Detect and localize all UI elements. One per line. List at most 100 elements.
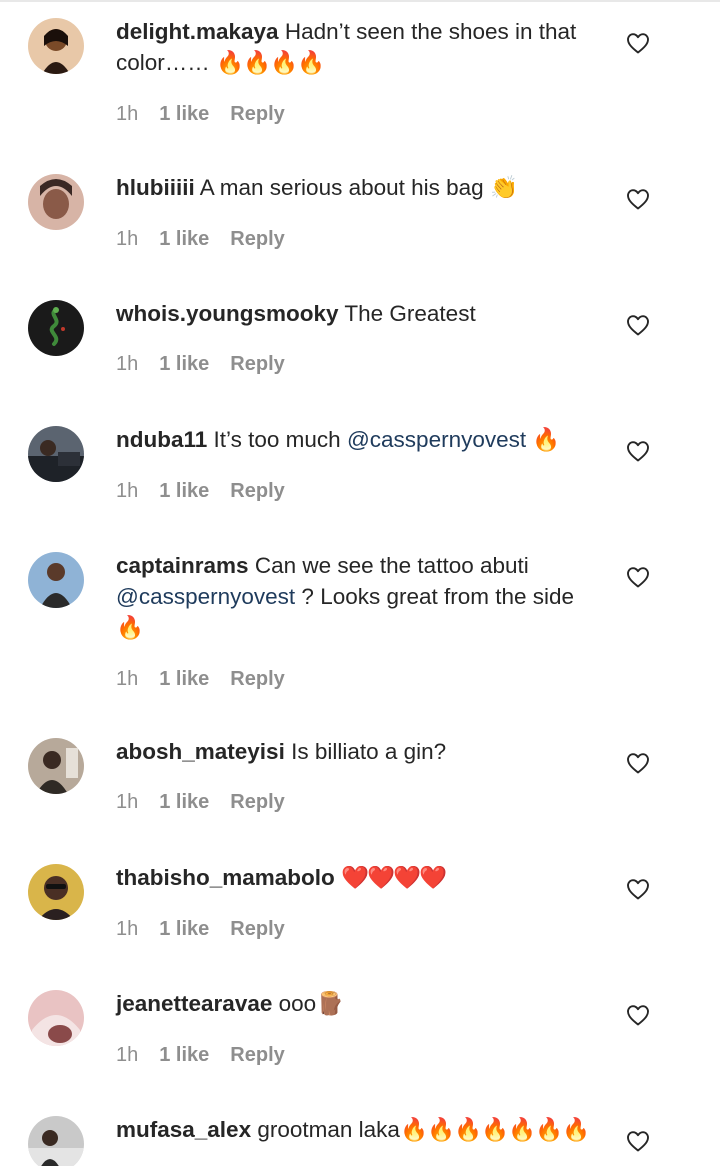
like-button[interactable] <box>624 30 652 56</box>
comment-meta: 1h 1 like Reply <box>116 101 602 127</box>
fire-emoji: 🔥 <box>532 427 560 453</box>
heart-outline-icon <box>627 441 649 462</box>
comment-username[interactable]: mufasa_alex <box>116 1117 251 1142</box>
avatar[interactable] <box>28 426 84 482</box>
comment-username[interactable]: thabisho_mamabolo <box>116 865 335 890</box>
like-button[interactable] <box>624 876 652 902</box>
avatar-image <box>28 738 84 794</box>
comment-text: mufasa_alex grootman laka🔥🔥🔥🔥🔥🔥🔥 <box>116 1114 602 1146</box>
comment-body: ooo <box>278 991 317 1016</box>
comment-meta: 1h 1 like Reply <box>116 1042 602 1068</box>
avatar[interactable] <box>28 990 84 1046</box>
avatar[interactable] <box>28 738 84 794</box>
comment-text: hlubiiiii A man serious about his bag 👏 <box>116 172 602 204</box>
comment-text: whois.youngsmooky The Greatest <box>116 298 602 329</box>
comment-likes[interactable]: 1 like <box>159 666 209 692</box>
heart-outline-icon <box>627 1131 649 1152</box>
reply-button[interactable]: Reply <box>230 916 284 942</box>
comment-username[interactable]: nduba11 <box>116 427 207 452</box>
comment-text: nduba11 It’s too much @casspernyovest 🔥 <box>116 424 602 456</box>
comment-text: thabisho_mamabolo ❤️❤️❤️❤️ <box>116 862 602 894</box>
like-button[interactable] <box>624 186 652 212</box>
avatar[interactable] <box>28 18 84 74</box>
comment-time: 1h <box>116 103 139 125</box>
like-button[interactable] <box>624 750 652 776</box>
comment-likes[interactable]: 1 like <box>159 101 209 127</box>
heart-outline-icon <box>627 879 649 900</box>
comment-meta: 1h 1 like Reply <box>116 351 602 377</box>
heart-outline-icon <box>627 315 649 336</box>
like-button[interactable] <box>624 312 652 338</box>
avatar[interactable] <box>28 552 84 608</box>
wood-emoji: 🪵 <box>316 991 345 1017</box>
comment-body: It’s too much <box>213 427 347 452</box>
comment-time: 1h <box>116 228 139 250</box>
comment-username[interactable]: jeanettearavae <box>116 991 272 1016</box>
comment-time: 1h <box>116 791 139 813</box>
reply-button[interactable]: Reply <box>230 789 284 815</box>
comment-likes[interactable]: 1 like <box>159 226 209 252</box>
mention-link[interactable]: @casspernyovest <box>116 584 295 609</box>
avatar-image <box>28 1116 84 1166</box>
comment-time: 1h <box>116 1044 139 1066</box>
comment-meta: 1h 1 like Reply <box>116 226 602 252</box>
top-divider <box>0 0 720 2</box>
comment-text: jeanettearavae ooo🪵 <box>116 988 602 1020</box>
comment-meta: 1h 1 like Reply <box>116 789 602 815</box>
comment-text: delight.makaya Hadn’t seen the shoes in … <box>116 16 602 79</box>
reply-button[interactable]: Reply <box>230 351 284 377</box>
comment-username[interactable]: delight.makaya <box>116 19 279 44</box>
avatar[interactable] <box>28 864 84 920</box>
fire-emoji: 🔥🔥🔥🔥🔥🔥🔥 <box>399 1117 590 1143</box>
comment-time: 1h <box>116 480 139 502</box>
like-button[interactable] <box>624 564 652 590</box>
avatar-image <box>28 552 84 608</box>
comment-text: abosh_mateyisi Is billiato a gin? <box>116 736 602 767</box>
comment-username[interactable]: abosh_mateyisi <box>116 739 285 764</box>
comment-time: 1h <box>116 918 139 940</box>
avatar[interactable] <box>28 300 84 356</box>
reply-button[interactable]: Reply <box>230 226 284 252</box>
reply-button[interactable]: Reply <box>230 1042 284 1068</box>
avatar-image <box>28 864 84 920</box>
like-button[interactable] <box>624 438 652 464</box>
comment-username[interactable]: hlubiiiii <box>116 175 195 200</box>
comment-username[interactable]: whois.youngsmooky <box>116 301 339 326</box>
avatar-image <box>28 174 84 230</box>
mention-link[interactable]: @casspernyovest <box>347 427 526 452</box>
comment-likes[interactable]: 1 like <box>159 1042 209 1068</box>
comment-body: grootman laka <box>257 1117 400 1142</box>
comment-text: captainrams Can we see the tattoo abuti … <box>116 550 602 644</box>
fire-emoji: 🔥 <box>116 615 144 641</box>
comment-likes[interactable]: 1 like <box>159 351 209 377</box>
heart-outline-icon <box>627 189 649 210</box>
red-heart-emoji: ❤️❤️❤️❤️ <box>341 865 447 891</box>
avatar[interactable] <box>28 174 84 230</box>
comment-username[interactable]: captainrams <box>116 553 249 578</box>
comment-time: 1h <box>116 668 139 690</box>
reply-button[interactable]: Reply <box>230 101 284 127</box>
reply-button[interactable]: Reply <box>230 666 284 692</box>
heart-outline-icon <box>627 753 649 774</box>
comment-likes[interactable]: 1 like <box>159 916 209 942</box>
avatar[interactable] <box>28 1116 84 1166</box>
comment-body: Is billiato a gin? <box>291 739 447 764</box>
comment-body: A man serious about his bag <box>199 175 490 200</box>
comment-body-after: ? Looks great from the side <box>295 584 575 609</box>
comment-likes[interactable]: 1 like <box>159 478 209 504</box>
avatar-image <box>28 18 84 74</box>
like-button[interactable] <box>624 1002 652 1028</box>
fire-emoji: 🔥🔥🔥🔥 <box>216 50 325 76</box>
avatar-image <box>28 990 84 1046</box>
comment-meta: 1h 1 like Reply <box>116 916 602 942</box>
comment-body: The Greatest <box>344 301 476 326</box>
clapping-emoji: 👏 <box>489 175 518 201</box>
comment-time: 1h <box>116 353 139 375</box>
reply-button[interactable]: Reply <box>230 478 284 504</box>
like-button[interactable] <box>624 1128 652 1154</box>
heart-outline-icon <box>627 33 649 54</box>
comments-page: delight.makaya Hadn’t seen the shoes in … <box>0 0 720 1166</box>
comment-meta: 1h 1 like Reply <box>116 666 602 692</box>
heart-outline-icon <box>627 567 649 588</box>
comment-likes[interactable]: 1 like <box>159 789 209 815</box>
